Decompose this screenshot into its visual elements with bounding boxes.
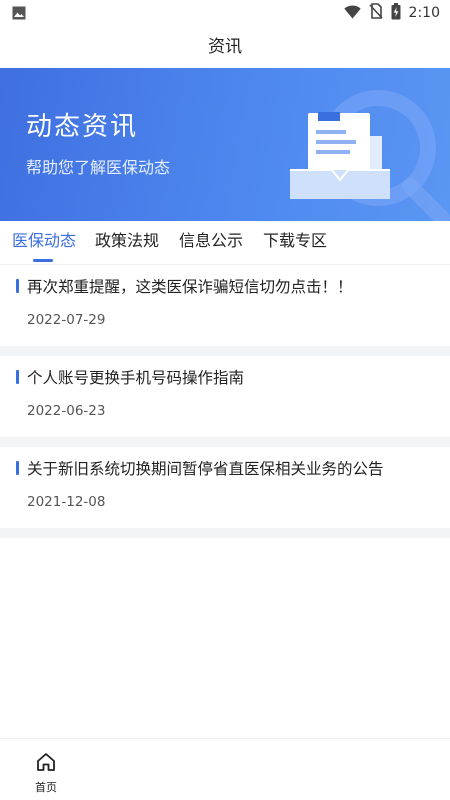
news-date: 2022-07-29 [27,312,106,328]
tab-downloads[interactable]: 下载专区 [263,221,327,265]
active-tab-indicator [33,259,53,262]
divider [0,437,450,447]
tab-policies-regulations[interactable]: 政策法规 [95,221,159,265]
nav-home-label: 首页 [35,781,57,794]
list-item[interactable]: 个人账号更换手机号码操作指南 2022-06-23 [0,356,450,437]
bottom-nav: 首页 [0,738,450,800]
no-sim-icon [368,3,383,23]
divider [0,528,450,538]
nav-home-button[interactable]: 首页 [26,751,66,797]
list-item[interactable]: 再次郑重提醒，这类医保诈骗短信切勿点击！！ 2022-07-29 [0,265,450,346]
banner-title: 动态资讯 [26,112,139,142]
status-time: 2:10 [408,5,440,21]
news-date: 2022-06-23 [27,403,106,419]
news-date: 2021-12-08 [27,494,106,510]
category-tabs: 医保动态 政策法规 信息公示 下载专区 [0,221,450,265]
battery-charging-icon [391,2,401,24]
title-bar: 资讯 [0,26,450,68]
news-title: 再次郑重提醒，这类医保诈骗短信切勿点击！！ [27,278,353,296]
news-list: 再次郑重提醒，这类医保诈骗短信切勿点击！！ 2022-07-29 个人账号更换手… [0,265,450,538]
wifi-icon [343,4,361,23]
image-icon [12,5,26,20]
banner: 动态资讯 帮助您了解医保动态 [0,68,450,221]
divider [0,346,450,356]
status-bar: 2:10 [0,0,450,26]
list-item[interactable]: 关于新旧系统切换期间暂停省直医保相关业务的公告 2021-12-08 [0,447,450,528]
list-item-marker [16,279,19,293]
tab-public-notices[interactable]: 信息公示 [179,221,243,265]
home-icon [35,753,57,777]
list-item-marker [16,461,19,475]
page-title: 资讯 [208,37,242,57]
list-item-marker [16,370,19,384]
news-illustration-icon [260,68,450,221]
banner-subtitle: 帮助您了解医保动态 [26,158,171,177]
news-title: 关于新旧系统切换期间暂停省直医保相关业务的公告 [27,460,384,478]
news-title: 个人账号更换手机号码操作指南 [27,369,245,387]
